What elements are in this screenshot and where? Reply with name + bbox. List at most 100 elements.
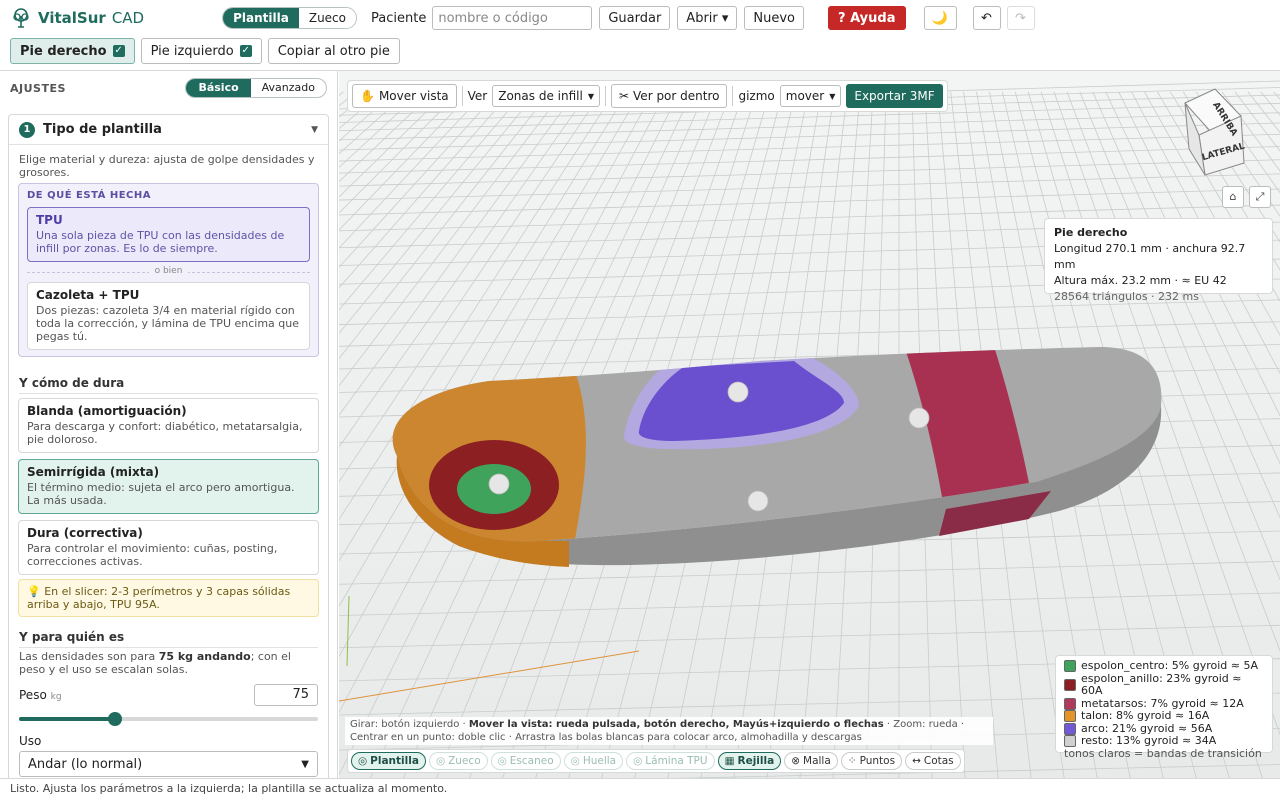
legend-item: talon: 8% gyroid ≈ 16A <box>1064 709 1264 723</box>
step-number: 1 <box>19 121 35 138</box>
left-foot-label: Pie izquierdo <box>150 43 234 59</box>
drag-ball-heel[interactable] <box>488 473 510 495</box>
sidebar-title: AJUSTES <box>10 81 66 95</box>
weight-label: Peso kg <box>19 688 62 702</box>
new-button[interactable]: Nuevo <box>744 6 805 30</box>
hardness-options: Blanda (amortiguación) Para descarga y c… <box>18 398 319 575</box>
desc-text: Las densidades son para <box>19 650 159 663</box>
template-type-card: 1 Tipo de plantilla ▼ Elige material y d… <box>8 114 329 778</box>
separator <box>604 86 606 106</box>
option-name: Blanda (amortiguación) <box>27 404 187 418</box>
foot-selector: Pie derecho ✓ Pie izquierdo ✓ Copiar al … <box>10 38 400 64</box>
template-type-header[interactable]: 1 Tipo de plantilla ▼ <box>9 115 328 145</box>
layer-label: Rejilla <box>737 755 775 767</box>
option-name: Semirrígida (mixta) <box>27 465 160 479</box>
hardness-title: Y cómo de dura <box>19 376 318 394</box>
or-divider: o bien <box>27 266 310 276</box>
export-3mf-button[interactable]: Exportar 3MF <box>846 84 943 108</box>
use-value: Andar (lo normal) <box>28 756 143 772</box>
3d-viewport[interactable]: ARRIBA LATERAL ⌂ ⤢ ✋ Mover vista Ver Zon… <box>339 71 1280 778</box>
option-name: TPU <box>36 213 63 227</box>
viewport-toolbar: ✋ Mover vista Ver Zonas de infill ▼ ✂ Ve… <box>347 80 948 112</box>
view-label: Ver <box>467 89 488 103</box>
controls-hint: Girar: botón izquierdo · Mover la vista:… <box>345 717 993 745</box>
patient-label: Paciente <box>371 10 427 26</box>
drag-ball-forefoot[interactable] <box>908 407 930 429</box>
option-desc: El término medio: sujeta el arco pero am… <box>27 481 295 507</box>
expand-icon: ⤢ <box>1255 190 1265 203</box>
undo-button[interactable]: ↶ <box>972 6 1001 30</box>
layer-toggle-lamina-tpu[interactable]: ◎ Lámina TPU <box>626 752 715 770</box>
redo-button[interactable]: ↷ <box>1006 6 1035 30</box>
layer-toggle-rejilla[interactable]: ▦ Rejilla <box>717 752 782 770</box>
option-desc: Para descarga y confort: diabético, meta… <box>27 420 303 446</box>
tab-basico[interactable]: Básico <box>186 79 251 97</box>
theme-toggle-button[interactable]: 🌙 <box>923 6 957 30</box>
layer-toggle-escaneo[interactable]: ◎ Escaneo <box>490 752 561 770</box>
patient-input[interactable]: nombre o código <box>432 6 593 30</box>
see-inside-button[interactable]: ✂ Ver por dentro <box>610 84 728 108</box>
legend-label: talon: 8% gyroid ≈ 16A <box>1081 709 1210 722</box>
home-view-button[interactable]: ⌂ <box>1222 186 1244 208</box>
chevron-down-icon: ▼ <box>311 124 318 135</box>
view-mode-select[interactable]: Zonas de infill ▼ <box>492 85 600 107</box>
layer-toggle-zueco[interactable]: ◎ Zueco <box>428 752 488 770</box>
copy-to-other-foot-button[interactable]: Copiar al otro pie <box>267 38 400 64</box>
layer-toggle-puntos[interactable]: ⁘ Puntos <box>840 752 903 770</box>
hardness-option-blanda[interactable]: Blanda (amortiguación) Para descarga y c… <box>18 398 319 453</box>
sidebar-header: AJUSTES Básico Avanzado <box>0 71 337 105</box>
legend-footnote: tonos claros = bandas de transición <box>1064 746 1262 760</box>
model-info-panel: Pie derecho Longitud 270.1 mm · anchura … <box>1044 218 1273 303</box>
option-desc: Una sola pieza de TPU con las densidades… <box>36 229 285 255</box>
option-name: Cazoleta + TPU <box>36 288 140 302</box>
use-label: Uso <box>19 734 42 748</box>
gizmo-select[interactable]: mover ▼ <box>779 85 842 107</box>
tab-plantilla[interactable]: Plantilla <box>223 8 299 28</box>
separator <box>461 86 463 106</box>
for-whom-description: Las densidades son para 75 kg andando; c… <box>9 648 328 676</box>
save-button[interactable]: Guardar <box>599 6 671 30</box>
section-description: Elige material y dureza: ajusta de golpe… <box>19 153 315 179</box>
tab-zueco[interactable]: Zueco <box>298 8 356 28</box>
layer-icon: ⁘ <box>847 755 857 767</box>
option-name: Dura (correctiva) <box>27 526 143 540</box>
layer-icon: ◎ <box>435 755 446 767</box>
right-foot-toggle[interactable]: Pie derecho ✓ <box>10 38 135 64</box>
hardness-option-semirrigida[interactable]: Semirrígida (mixta) El término medio: su… <box>18 459 319 514</box>
layer-toggle-plantilla[interactable]: ◎ Plantilla <box>351 752 426 770</box>
gizmo-label: gizmo <box>738 89 775 103</box>
move-view-button[interactable]: ✋ Mover vista <box>352 84 457 108</box>
tab-avanzado[interactable]: Avanzado <box>251 79 326 97</box>
weight-label-text: Peso <box>19 688 47 702</box>
tree-logo-icon <box>13 8 29 28</box>
undo-icon: ↶ <box>981 10 992 26</box>
slider-thumb[interactable] <box>107 712 122 726</box>
weight-input[interactable]: 75 <box>254 684 318 706</box>
weight-row: Peso kg 75 <box>19 684 318 706</box>
checkbox-checked-icon: ✓ <box>239 45 252 57</box>
open-menu-button[interactable]: Abrir ▾ <box>677 6 738 30</box>
layer-toggle-huella[interactable]: ◎ Huella <box>563 752 624 770</box>
material-option-tpu[interactable]: TPU Una sola pieza de TPU con las densid… <box>27 207 310 262</box>
material-option-cazoleta[interactable]: Cazoleta + TPU Dos piezas: cazoleta 3/4 … <box>27 282 310 350</box>
layer-toggle-malla[interactable]: ⊗ Malla <box>784 752 838 770</box>
weight-slider[interactable] <box>19 712 318 726</box>
layer-label: Plantilla <box>370 755 419 767</box>
legend-label: resto: 13% gyroid ≈ 34A <box>1081 734 1217 747</box>
drag-ball-arch[interactable] <box>727 381 749 403</box>
drag-ball-mid[interactable] <box>747 490 769 512</box>
help-button[interactable]: ? Ayuda <box>828 6 906 30</box>
legend-item: resto: 13% gyroid ≈ 34A <box>1064 734 1264 748</box>
gizmo-value: mover <box>785 89 825 103</box>
left-foot-toggle[interactable]: Pie izquierdo ✓ <box>140 38 262 64</box>
info-dimensions: Longitud 270.1 mm · anchura 92.7 mm <box>1054 242 1246 271</box>
layer-icon: ▦ <box>724 755 735 767</box>
material-header: DE QUÉ ESTÁ HECHA <box>27 190 151 201</box>
layer-toggle-cotas[interactable]: ↔ Cotas <box>905 752 961 770</box>
hardness-option-dura[interactable]: Dura (correctiva) Para controlar el movi… <box>18 520 319 575</box>
settings-sidebar: AJUSTES Básico Avanzado 1 Tipo de planti… <box>0 71 338 778</box>
legend-swatch <box>1064 660 1076 673</box>
use-select[interactable]: Andar (lo normal) ▼ <box>19 751 318 777</box>
see-inside-label: Ver por dentro <box>633 89 720 103</box>
fullscreen-button[interactable]: ⤢ <box>1249 186 1271 208</box>
